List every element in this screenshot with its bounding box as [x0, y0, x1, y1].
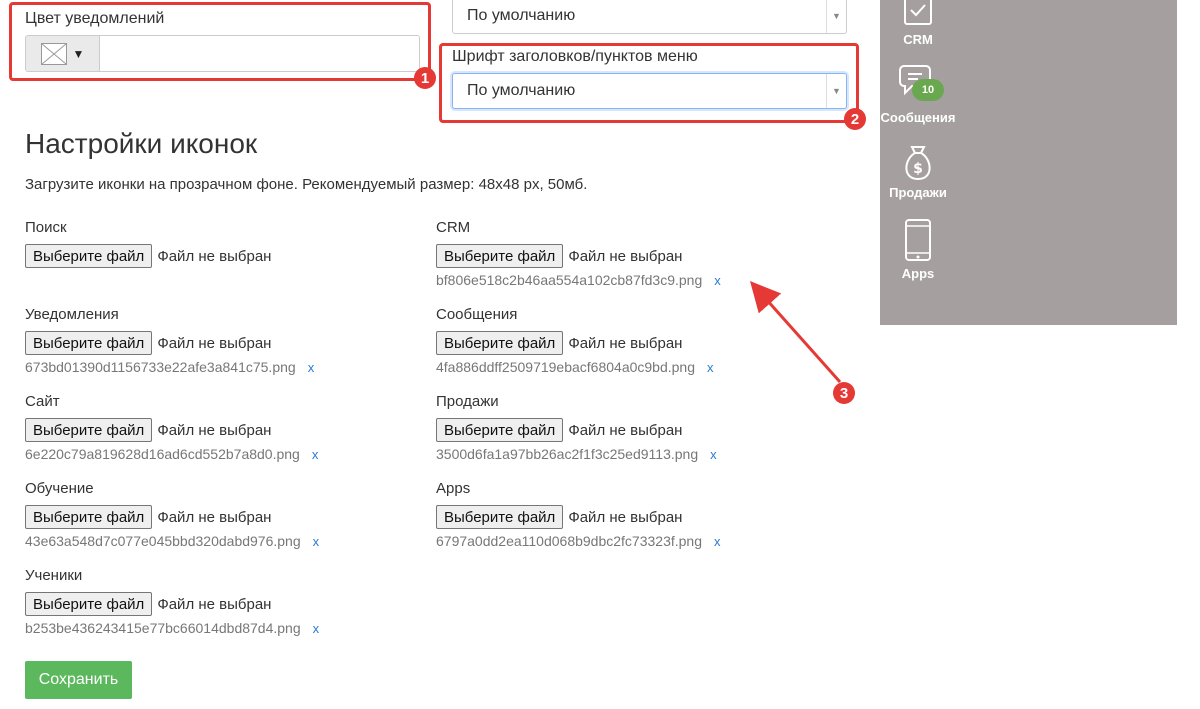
upload-field-apps: Apps Выберите файл Файл не выбран 6797a0… [436, 480, 721, 549]
annotation-box-1 [9, 2, 431, 81]
choose-file-button[interactable]: Выберите файл [436, 505, 564, 529]
field-label: Сообщения [436, 306, 518, 323]
choose-file-button[interactable]: Выберите файл [25, 505, 153, 529]
no-file-text: Файл не выбран [157, 421, 272, 439]
sidebar-item-label: CRM [903, 32, 933, 47]
money-bag-icon: $ [905, 146, 931, 181]
crm-icon [904, 0, 932, 25]
sidebar-item-label: Продажи [889, 185, 947, 200]
uploaded-filename: 6e220c79a819628d16ad6cd552b7a8d0.png [25, 446, 300, 462]
field-label: Обучение [25, 480, 94, 497]
save-button[interactable]: Сохранить [25, 661, 132, 699]
annotation-box-2 [439, 43, 859, 123]
field-label: Apps [436, 480, 471, 497]
field-label: Сайт [25, 393, 60, 410]
no-file-text: Файл не выбран [157, 508, 272, 526]
choose-file-button[interactable]: Выберите файл [436, 331, 564, 355]
annotation-arrow-icon [750, 281, 842, 383]
no-file-text: Файл не выбран [568, 421, 683, 439]
select-arrow-icon: ▼ [826, 0, 846, 33]
tablet-icon [905, 219, 931, 261]
icons-section-description: Загрузите иконки на прозрачном фоне. Рек… [25, 176, 588, 193]
uploaded-filename: 6797a0dd2ea110d068b9dbc2fc73323f.png [436, 533, 702, 549]
upload-field-crm: CRM Выберите файл Файл не выбран bf806e5… [436, 219, 721, 288]
remove-file-button[interactable]: x [714, 534, 721, 549]
field-label: CRM [436, 219, 471, 236]
sidebar-item-apps[interactable]: Apps [873, 218, 963, 281]
uploaded-filename: 43e63a548d7c077e045bbd320dabd976.png [25, 533, 301, 549]
no-file-text: Файл не выбран [568, 247, 683, 265]
uploaded-filename: 4fa886ddff2509719ebacf6804a0c9bd.png [436, 359, 695, 375]
annotation-badge-2: 2 [844, 108, 866, 130]
remove-file-button[interactable]: x [312, 447, 319, 462]
choose-file-button[interactable]: Выберите файл [436, 418, 564, 442]
sidebar-item-crm[interactable]: CRM [873, 0, 963, 47]
field-label: Ученики [25, 567, 83, 584]
annotation-badge-3: 3 [833, 382, 855, 404]
upload-field-learning: Обучение Выберите файл Файл не выбран 43… [25, 480, 319, 549]
choose-file-button[interactable]: Выберите файл [25, 418, 153, 442]
top-font-select[interactable]: По умолчанию ▼ [452, 0, 847, 34]
upload-field-sales: Продажи Выберите файл Файл не выбран 350… [436, 393, 717, 462]
svg-text:$: $ [913, 161, 923, 177]
sidebar-item-label: Apps [901, 266, 935, 281]
sidebar-item-label: Сообщения [880, 110, 956, 125]
uploaded-filename: b253be436243415e77bc66014dbd87d4.png [25, 620, 301, 636]
choose-file-button[interactable]: Выберите файл [25, 331, 153, 355]
sidebar-item-sales[interactable]: $ Продажи [873, 139, 963, 200]
upload-field-notifications: Уведомления Выберите файл Файл не выбран… [25, 306, 314, 375]
uploaded-filename: 673bd01390d1156733e22afe3a841c75.png [25, 359, 296, 375]
remove-file-button[interactable]: x [313, 621, 320, 636]
no-file-text: Файл не выбран [157, 334, 272, 352]
choose-file-button[interactable]: Выберите файл [25, 244, 153, 268]
no-file-text: Файл не выбран [568, 508, 683, 526]
remove-file-button[interactable]: x [710, 447, 717, 462]
upload-field-search: Поиск Выберите файл Файл не выбран [25, 219, 271, 269]
remove-file-button[interactable]: x [714, 273, 721, 288]
choose-file-button[interactable]: Выберите файл [436, 244, 564, 268]
field-label: Уведомления [25, 306, 119, 323]
choose-file-button[interactable]: Выберите файл [25, 592, 153, 616]
no-file-text: Файл не выбран [568, 334, 683, 352]
uploaded-filename: bf806e518c2b46aa554a102cb87fd3c9.png [436, 272, 703, 288]
remove-file-button[interactable]: x [313, 534, 320, 549]
remove-file-button[interactable]: x [707, 360, 714, 375]
sidebar-preview: CRM 10 Сообщения $ Продажи Apps [880, 0, 1177, 325]
annotation-badge-1: 1 [414, 67, 436, 89]
sidebar-item-messages[interactable]: 10 Сообщения [873, 62, 963, 125]
top-select-value: По умолчанию [467, 7, 576, 24]
messages-count-badge: 10 [912, 79, 944, 101]
uploaded-filename: 3500d6fa1a97bb26ac2f1f3c25ed9113.png [436, 446, 699, 462]
no-file-text: Файл не выбран [157, 247, 272, 265]
upload-field-messages: Сообщения Выберите файл Файл не выбран 4… [436, 306, 714, 375]
icons-section-title: Настройки иконок [25, 128, 258, 159]
field-label: Продажи [436, 393, 499, 410]
no-file-text: Файл не выбран [157, 595, 272, 613]
remove-file-button[interactable]: x [308, 360, 315, 375]
field-label: Поиск [25, 219, 67, 236]
upload-field-students: Ученики Выберите файл Файл не выбран b25… [25, 567, 319, 636]
upload-field-site: Сайт Выберите файл Файл не выбран 6e220c… [25, 393, 318, 462]
